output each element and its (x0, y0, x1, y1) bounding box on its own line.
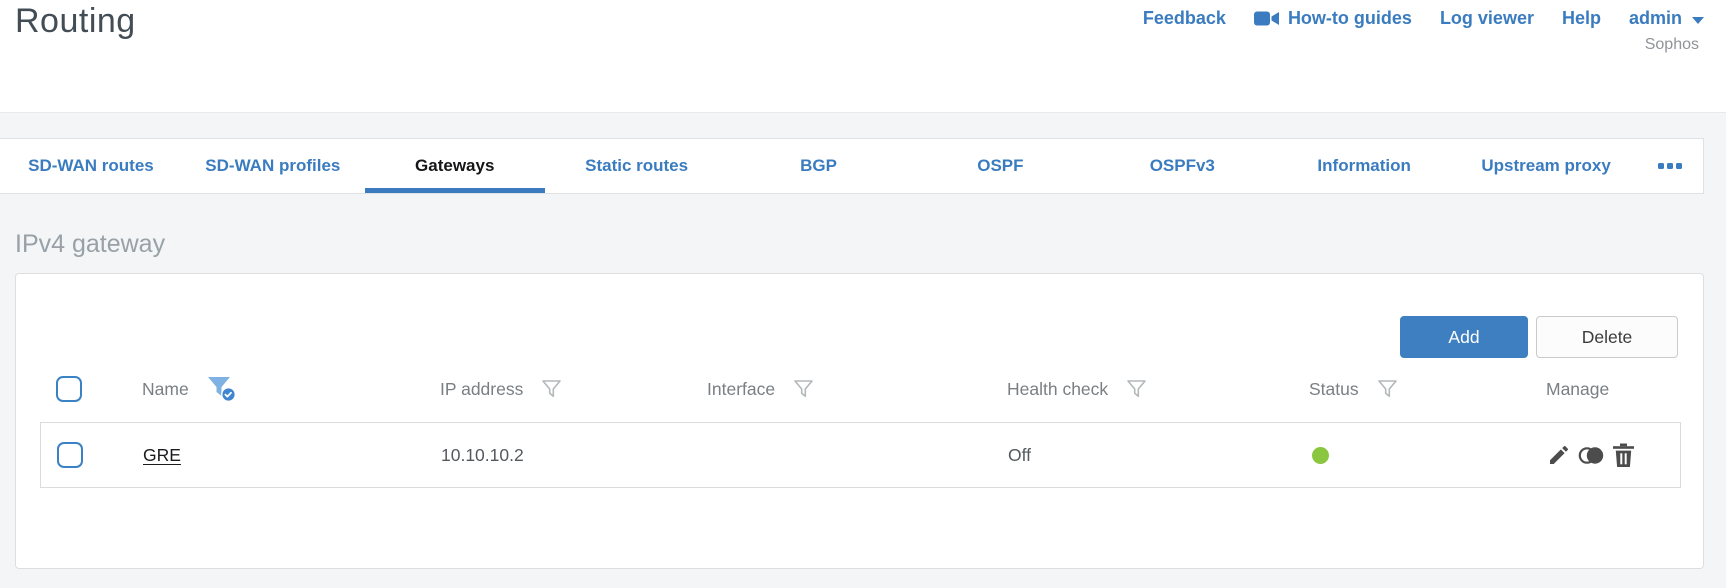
help-label: Help (1561, 8, 1601, 28)
ip-address-filter-icon[interactable] (541, 379, 562, 399)
clone-icon[interactable] (1578, 445, 1605, 466)
how-to-guides-label: How-to guides (1287, 8, 1412, 28)
tab-ospf[interactable]: OSPF (909, 139, 1091, 193)
feedback-link[interactable]: Feedback (1143, 8, 1226, 29)
select-all-checkbox[interactable] (56, 376, 82, 402)
log-viewer-link[interactable]: Log viewer (1440, 8, 1534, 29)
column-manage: Manage (1546, 378, 1610, 399)
how-to-guides-link[interactable]: How-to guides (1253, 8, 1412, 29)
health-check-value: Off (1008, 444, 1032, 465)
ellipsis-icon (1658, 163, 1665, 169)
gateway-card: Add Delete Name IP address Interface Hea… (15, 273, 1704, 569)
feedback-label: Feedback (1142, 8, 1226, 28)
tab-sdwan-profiles[interactable]: SD-WAN profiles (182, 139, 364, 193)
more-tabs-button[interactable] (1637, 139, 1703, 193)
admin-menu[interactable]: admin (1629, 8, 1704, 29)
tab-static-routes[interactable]: Static routes (546, 139, 728, 193)
interface-filter-icon[interactable] (793, 379, 814, 399)
manage-actions (1531, 443, 1680, 468)
status-filter-icon[interactable] (1377, 379, 1398, 399)
name-filter-active-icon[interactable] (207, 376, 237, 402)
column-interface: Interface (707, 378, 776, 399)
tab-information[interactable]: Information (1273, 139, 1455, 193)
header-links: Feedback How-to guides Log viewer Help a… (1143, 8, 1704, 29)
tab-ospfv3[interactable]: OSPFv3 (1091, 139, 1273, 193)
video-camera-icon (1253, 10, 1280, 27)
add-button[interactable]: Add (1400, 316, 1528, 358)
top-header: Routing Feedback How-to guides Log viewe… (0, 0, 1726, 113)
chevron-down-icon (1692, 8, 1704, 29)
toolbar: Add Delete (1400, 316, 1678, 358)
gateway-name-link[interactable]: GRE (143, 445, 181, 466)
delete-button[interactable]: Delete (1536, 316, 1678, 358)
page-title: Routing (15, 2, 136, 40)
column-name: Name (142, 378, 189, 399)
row-checkbox[interactable] (57, 442, 83, 468)
tab-sdwan-routes[interactable]: SD-WAN routes (0, 139, 182, 193)
table-row: GRE 10.10.10.2 Off (41, 423, 1680, 487)
section-heading: IPv4 gateway (15, 230, 166, 258)
health-check-filter-icon[interactable] (1126, 379, 1147, 399)
tab-bgp[interactable]: BGP (728, 139, 910, 193)
admin-label: admin (1628, 8, 1682, 28)
tab-gateways[interactable]: Gateways (364, 139, 546, 193)
tab-bar: SD-WAN routes SD-WAN profiles Gateways S… (0, 138, 1704, 194)
column-ip-address: IP address (440, 378, 524, 399)
status-up-indicator (1312, 446, 1329, 464)
ip-address-value: 10.10.10.2 (441, 444, 524, 465)
column-status: Status (1309, 378, 1359, 399)
table-header: Name IP address Interface Health check S… (40, 367, 1681, 411)
delete-trash-icon[interactable] (1612, 443, 1635, 468)
brand-label: Sophos (1644, 36, 1699, 53)
edit-pencil-icon[interactable] (1547, 443, 1571, 467)
help-link[interactable]: Help (1562, 8, 1601, 29)
tab-upstream-proxy[interactable]: Upstream proxy (1455, 139, 1637, 193)
column-health-check: Health check (1007, 378, 1109, 399)
table-row-container: GRE 10.10.10.2 Off (40, 422, 1681, 488)
log-viewer-label: Log viewer (1439, 8, 1534, 28)
